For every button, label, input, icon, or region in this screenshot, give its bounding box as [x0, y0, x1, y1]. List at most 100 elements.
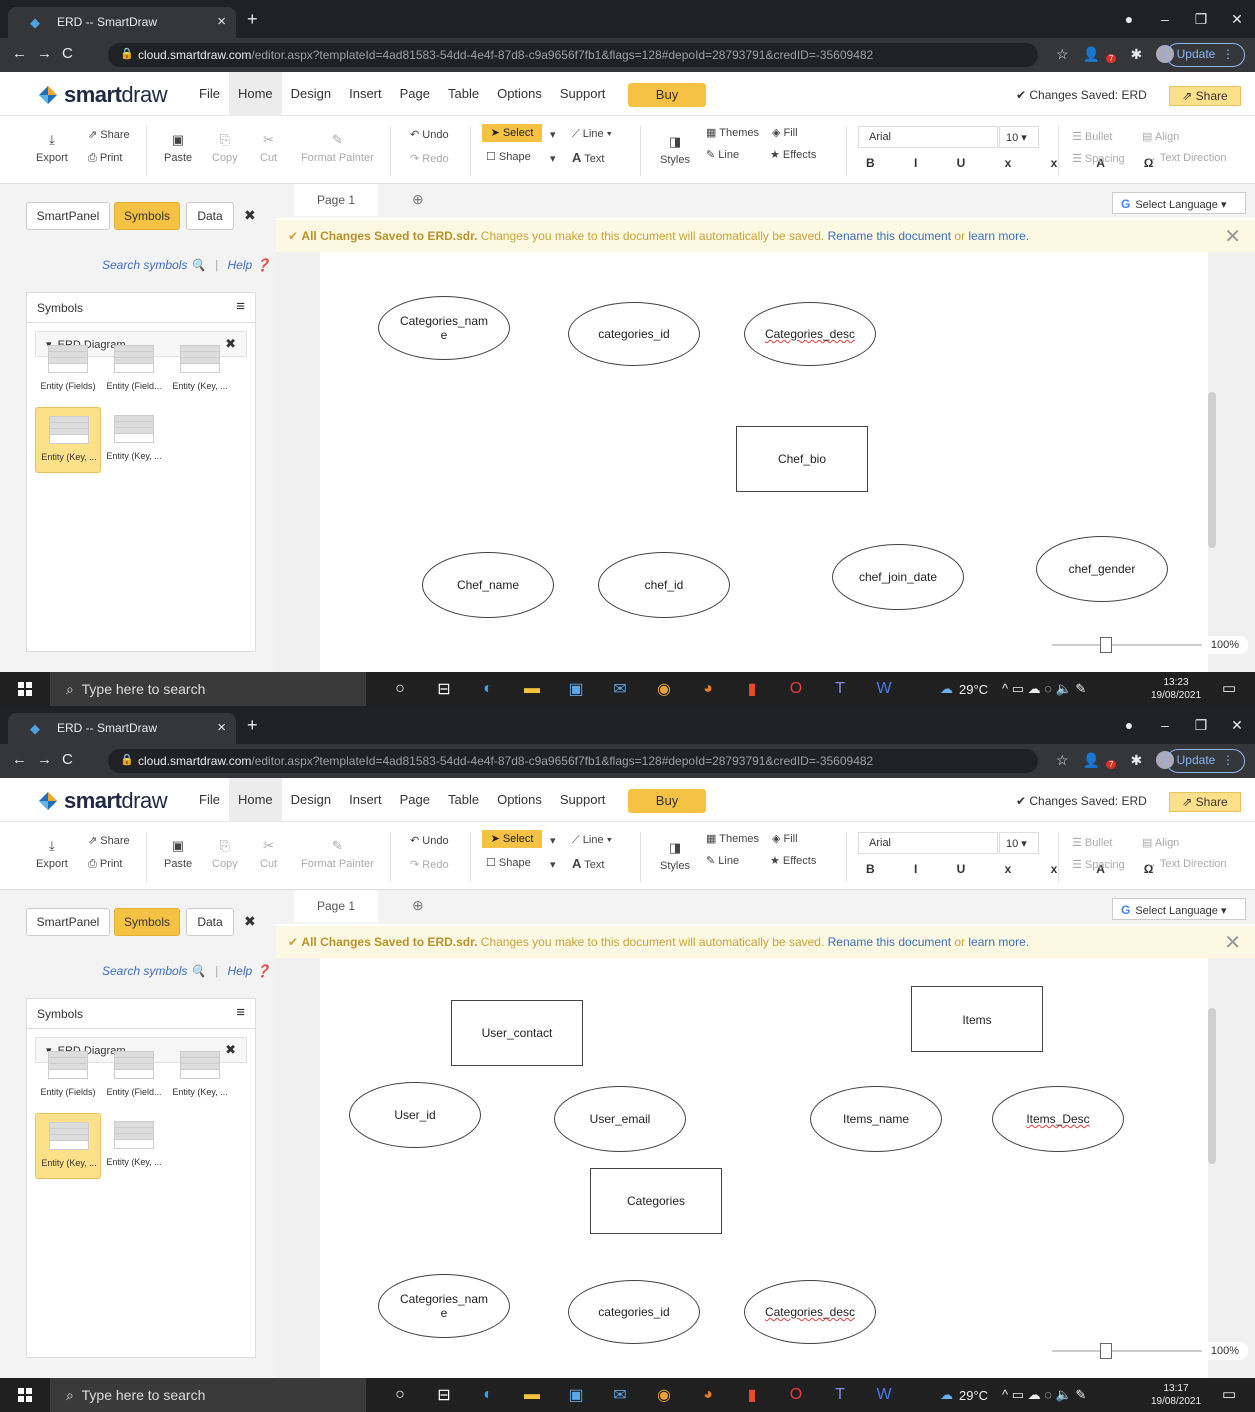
hamburger-menu-icon[interactable]: ≡	[236, 298, 245, 315]
taskbar-search-input[interactable]: ⌕ Type here to search	[50, 672, 366, 706]
office-icon[interactable]: ▮	[730, 1385, 774, 1405]
symbol-entity[interactable]: Entity (Key, ...	[35, 1113, 101, 1179]
menu-table[interactable]: Table	[439, 778, 488, 822]
office-icon[interactable]: ▮	[730, 679, 774, 699]
vertical-scrollbar[interactable]	[1208, 252, 1216, 672]
select-language-button[interactable]: G Select Language ▾	[1112, 192, 1246, 214]
format-painter-button[interactable]: ✎ Format Painter	[301, 132, 374, 164]
spacing-button[interactable]: ☰ Spacing	[1072, 152, 1125, 165]
select-tool-button[interactable]: ➤ Select	[482, 124, 542, 142]
close-window-icon[interactable]: ✕	[1219, 717, 1255, 734]
teams-icon[interactable]: T	[818, 680, 862, 698]
edge-browser-icon[interactable]: ◐	[466, 680, 510, 698]
redo-button[interactable]: ↷ Redo	[410, 152, 449, 165]
menu-page[interactable]: Page	[391, 778, 439, 822]
buy-button[interactable]: Buy	[628, 789, 706, 813]
styles-button[interactable]: ◨ Styles	[660, 840, 690, 872]
update-button[interactable]: Update ⋮	[1165, 749, 1245, 773]
bookmark-star-icon[interactable]: ☆	[1056, 46, 1069, 63]
minimize-icon[interactable]: –	[1147, 717, 1183, 733]
effects-button[interactable]: ★ Effects	[770, 854, 816, 867]
store-icon[interactable]: ▣	[554, 1385, 598, 1405]
forward-icon[interactable]: →	[37, 45, 62, 62]
buy-button[interactable]: Buy	[628, 83, 706, 107]
text-tool-button[interactable]: A Text	[572, 856, 604, 871]
effects-button[interactable]: ★ Effects	[770, 148, 816, 161]
chrome-icon[interactable]: ◉	[642, 679, 686, 699]
restore-icon[interactable]: ❐	[1183, 11, 1219, 28]
text-format-buttons[interactable]: B I U x x A Ω	[866, 156, 1171, 170]
zoom-level[interactable]: 100%	[1202, 1342, 1248, 1360]
opera-icon[interactable]: O	[774, 1386, 818, 1404]
export-button[interactable]: ⤓ Export	[36, 838, 68, 870]
menu-table[interactable]: Table	[439, 72, 488, 116]
line-style-button[interactable]: ✎ Line	[706, 148, 739, 161]
close-panel-icon[interactable]: ✖	[244, 207, 256, 224]
hamburger-menu-icon[interactable]: ≡	[236, 1004, 245, 1021]
select-language-button[interactable]: G Select Language ▾	[1112, 898, 1246, 920]
extensions-puzzle-icon[interactable]: ✱	[1130, 752, 1142, 769]
symbol-entity[interactable]: Entity (Key, ...	[167, 337, 233, 403]
diagram-page[interactable]: Categories_nam e categories_id Categories_d…	[320, 252, 1208, 672]
tab-smartpanel[interactable]: SmartPanel	[26, 202, 110, 230]
attribute-ellipse[interactable]: Items_name	[810, 1086, 942, 1152]
line-style-button[interactable]: ✎ Line	[706, 854, 739, 867]
add-page-icon[interactable]: ⊕	[412, 191, 424, 208]
font-family-select[interactable]: Arial	[858, 126, 998, 148]
attribute-ellipse[interactable]: Categories_nam e	[378, 1274, 510, 1338]
store-icon[interactable]: ▣	[554, 679, 598, 699]
select-dropdown-icon[interactable]: ▾	[550, 128, 556, 141]
entity-box[interactable]: Chef_bio	[736, 426, 868, 492]
forward-icon[interactable]: →	[37, 751, 62, 768]
nav-buttons[interactable]: ←→C	[12, 751, 83, 768]
taskbar-clock[interactable]: 13:23 19/08/2021	[1146, 676, 1206, 702]
weather-icon[interactable]: ☁	[940, 1387, 953, 1403]
font-size-select[interactable]: 10 ▾	[999, 832, 1039, 854]
add-page-icon[interactable]: ⊕	[412, 897, 424, 914]
cut-button[interactable]: ✂ Cut	[260, 838, 277, 870]
font-family-select[interactable]: Arial	[858, 832, 998, 854]
learn-more-link[interactable]: learn more.	[968, 229, 1029, 243]
fill-button[interactable]: ◈ Fill	[772, 126, 798, 139]
rename-document-link[interactable]: Rename this document	[828, 935, 951, 949]
menu-support[interactable]: Support	[551, 778, 615, 822]
entity-box[interactable]: Items	[911, 986, 1043, 1052]
edge-browser-icon[interactable]: ◐	[466, 1386, 510, 1404]
drawing-canvas[interactable]: User_contact Items User_id User_email Items_…	[276, 958, 1255, 1378]
restore-icon[interactable]: ❐	[1183, 717, 1219, 734]
styles-button[interactable]: ◨ Styles	[660, 134, 690, 166]
tab-symbols[interactable]: Symbols	[114, 202, 180, 230]
tab-smartpanel[interactable]: SmartPanel	[26, 908, 110, 936]
teams-icon[interactable]: T	[818, 1386, 862, 1404]
scrollbar-thumb[interactable]	[1208, 392, 1216, 548]
menu-options[interactable]: Options	[488, 778, 551, 822]
format-painter-button[interactable]: ✎ Format Painter	[301, 838, 374, 870]
extension-person-icon[interactable]: 👤	[1083, 752, 1100, 769]
symbol-entity[interactable]: Entity (Key, ...	[167, 1043, 233, 1109]
close-tab-icon[interactable]: ×	[217, 13, 226, 30]
menu-home[interactable]: Home	[228, 778, 282, 822]
entity-box[interactable]: User_contact	[451, 1000, 583, 1066]
shape-dropdown-icon[interactable]: ▾	[550, 152, 556, 165]
symbol-entity[interactable]: Entity (Fields)	[35, 1043, 101, 1109]
minimize-icon[interactable]: –	[1147, 11, 1183, 27]
attribute-ellipse[interactable]: Categories_desc	[744, 1280, 876, 1344]
menu-options[interactable]: Options	[488, 72, 551, 116]
text-format-buttons[interactable]: B I U x x A Ω	[866, 862, 1171, 876]
share-button[interactable]: ⇗ Share	[1169, 792, 1241, 812]
attribute-ellipse[interactable]: categories_id	[568, 1280, 700, 1344]
new-tab-icon[interactable]: +	[247, 715, 258, 736]
tray-icons[interactable]: ^ ▭ ☁ ◌ 🔈 ✎	[1002, 1387, 1086, 1403]
symbol-entity[interactable]: Entity (Field...	[101, 337, 167, 403]
text-direction-button[interactable]: ↔ Text Direction	[1146, 152, 1227, 164]
entity-box[interactable]: Categories	[590, 1168, 722, 1234]
file-explorer-icon[interactable]: ▬	[510, 1386, 554, 1404]
tray-icons[interactable]: ^ ▭ ☁ ◌ 🔈 ✎	[1002, 681, 1086, 697]
browser-tab[interactable]: ◆ ERD -- SmartDraw ×	[8, 713, 236, 744]
word-icon[interactable]: W	[862, 1386, 906, 1404]
bullet-button[interactable]: ☰ Bullet	[1072, 130, 1112, 143]
undo-button[interactable]: ↶ Undo	[410, 128, 449, 141]
share-button[interactable]: ⇗ Share	[1169, 86, 1241, 106]
notifications-icon[interactable]: ▭	[1222, 1385, 1236, 1403]
cut-button[interactable]: ✂ Cut	[260, 132, 277, 164]
